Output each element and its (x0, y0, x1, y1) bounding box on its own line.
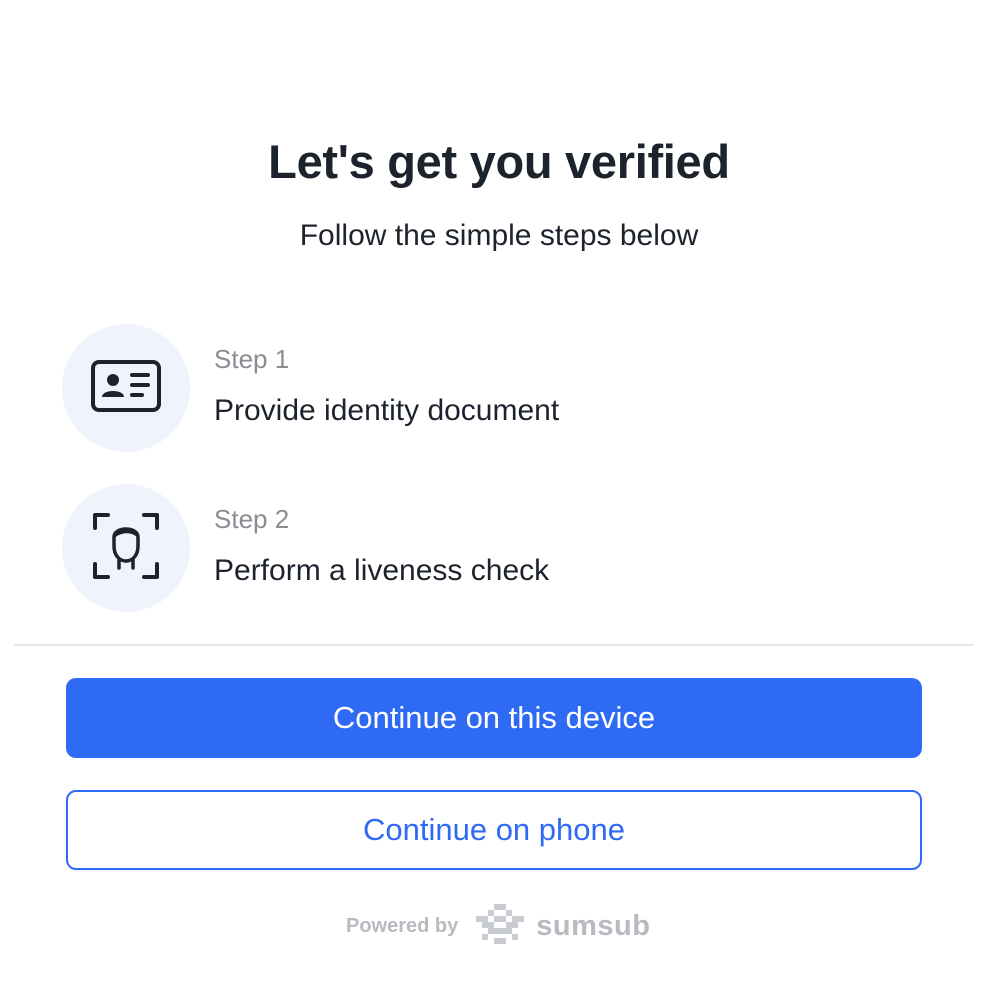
brand-name: sumsub (536, 910, 651, 942)
brand-logo: sumsub (474, 904, 650, 949)
continue-on-this-device-button[interactable]: Continue on this device (66, 678, 922, 758)
step-icon-container (62, 484, 190, 612)
face-scan-icon (92, 512, 160, 585)
powered-by-footer: Powered by sumsub (346, 904, 650, 949)
step-description: Perform a liveness check (214, 554, 550, 587)
step-label: Step 1 (214, 344, 290, 374)
step-label: Step 2 (214, 504, 290, 534)
step-item-liveness-check: Step 2 Perform a liveness check (62, 484, 862, 612)
page-subtitle: Follow the simple steps below (299, 219, 699, 252)
page-title: Let's get you verified (268, 135, 730, 188)
id-card-icon (90, 359, 162, 418)
powered-by-label: Powered by (346, 915, 459, 937)
verification-page: Let's get you verified Follow the simple… (0, 0, 998, 986)
step-item-identity-document: Step 1 Provide identity document (62, 324, 862, 452)
section-divider (14, 644, 974, 646)
step-icon-container (62, 324, 190, 452)
continue-on-phone-button[interactable]: Continue on phone (66, 790, 922, 870)
sumsub-logo-icon (474, 904, 526, 949)
step-description: Provide identity document (214, 394, 560, 427)
